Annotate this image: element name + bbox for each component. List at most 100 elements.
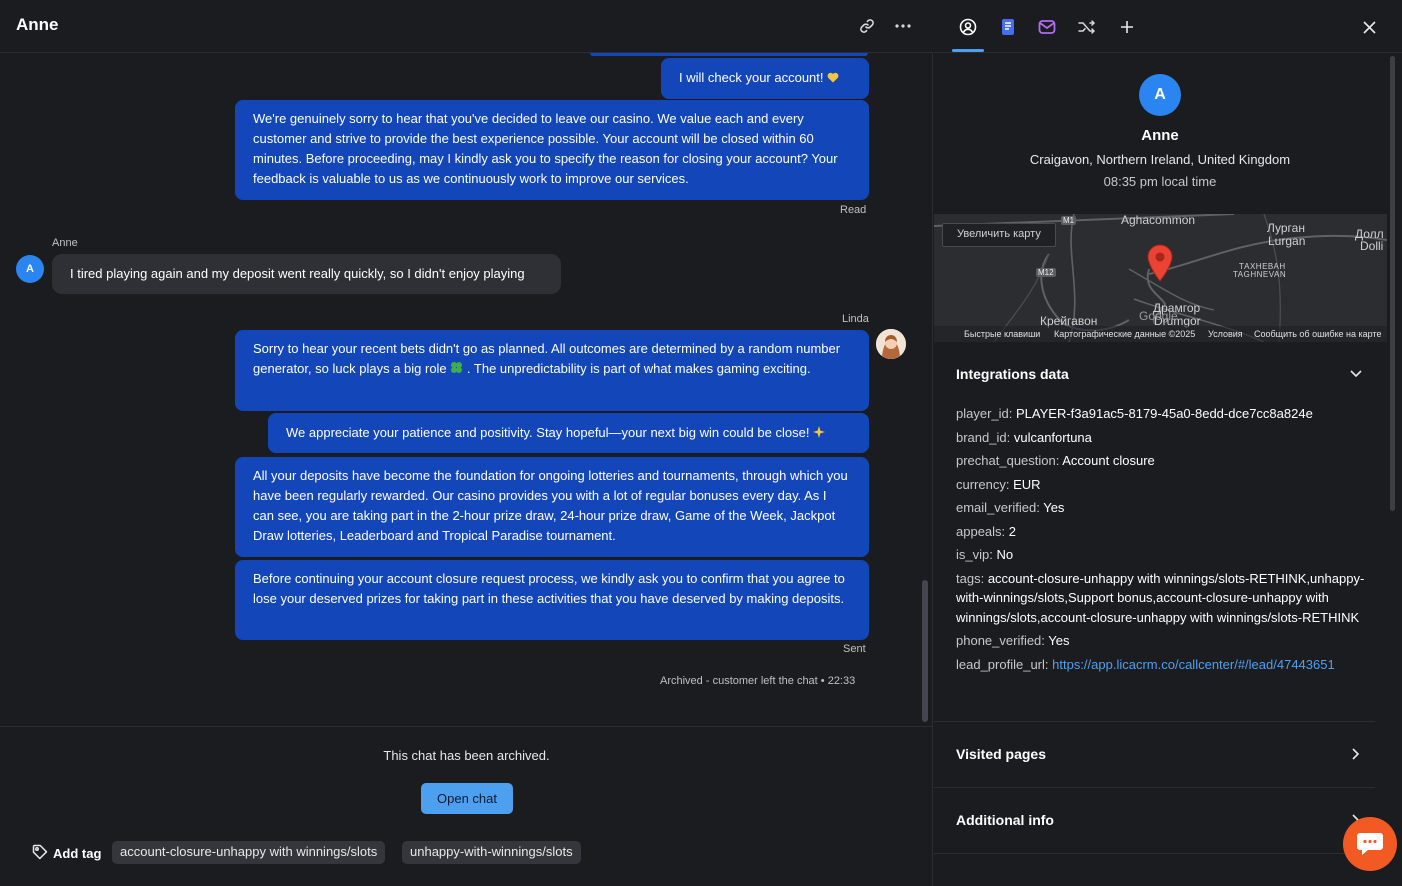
agent-avatar <box>876 329 906 359</box>
chat-scrollbar[interactable] <box>922 580 928 722</box>
details-panel: A Anne Craigavon, Northern Ireland, Unit… <box>934 0 1402 886</box>
add-tag-label: Add tag <box>53 846 102 861</box>
add-tag-button[interactable]: Add tag <box>32 844 101 863</box>
active-tab-indicator <box>952 49 984 52</box>
chat-footer: This chat has been archived. Open chat A… <box>0 726 933 886</box>
agent-name: Linda <box>842 313 869 325</box>
message-list[interactable]: I will check your account! We're genuine… <box>0 53 933 726</box>
field-value: Account closure <box>1062 453 1155 468</box>
location-map[interactable]: Увеличить карту Aghacommon Лурган Lurgan… <box>934 214 1387 342</box>
customer-avatar: A <box>16 255 44 283</box>
message-text: We appreciate your patience and positivi… <box>286 425 810 440</box>
tag-icon <box>32 844 48 863</box>
agent-message: Sorry to hear your recent bets didn't go… <box>235 330 869 411</box>
map-pin-icon <box>1147 244 1173 287</box>
field-key: phone_verified: <box>956 633 1045 648</box>
field-player-id: player_id: PLAYER-f3a91ac5-8179-45a0-8ed… <box>956 404 1366 424</box>
chat-bubble-icon <box>1357 833 1383 855</box>
open-chat-button[interactable]: Open chat <box>421 783 513 814</box>
field-prechat-question: prechat_question: Account closure <box>956 451 1366 471</box>
agent-message: All your deposits have become the founda… <box>235 457 869 557</box>
field-key: appeals: <box>956 523 1006 539</box>
profile-location: Craigavon, Northern Ireland, United King… <box>1029 152 1291 167</box>
agent-message: I will check your account! <box>661 58 869 99</box>
yellow-heart-icon <box>827 69 839 89</box>
visited-pages-title[interactable]: Visited pages <box>956 746 1046 762</box>
map-zoom-button[interactable]: Увеличить карту <box>942 223 1056 247</box>
message-text: I will check your account! <box>679 70 824 85</box>
add-tab-icon[interactable] <box>1116 16 1138 38</box>
tab-app-mail[interactable] <box>1036 16 1058 38</box>
integrations-data: player_id: PLAYER-f3a91ac5-8179-45a0-8ed… <box>956 404 1366 678</box>
sent-status: Sent <box>843 643 866 655</box>
panel-tabs <box>934 0 1402 53</box>
panel-scrollbar[interactable] <box>1390 56 1395 511</box>
field-key: lead_profile_url: <box>956 656 1049 672</box>
field-value: Yes <box>1048 633 1070 648</box>
additional-info-title[interactable]: Additional info <box>956 812 1054 828</box>
chat-launcher-button[interactable] <box>1343 817 1397 871</box>
field-key: tags: <box>956 570 985 586</box>
four-leaf-clover-icon <box>450 360 463 380</box>
customer-name: Anne <box>52 237 78 249</box>
read-status: Read <box>840 204 867 216</box>
field-email-verified: email_verified: Yes <box>956 498 1366 518</box>
agent-message: Before continuing your account closure r… <box>235 560 869 640</box>
tab-shuffle-icon[interactable] <box>1076 16 1098 38</box>
agent-message: We appreciate your patience and positivi… <box>268 413 869 453</box>
field-currency: currency: EUR <box>956 475 1366 495</box>
field-value: No <box>996 547 1014 562</box>
field-brand-id: brand_id: vulcanfortuna <box>956 428 1366 448</box>
tab-app-notes[interactable] <box>997 16 1019 38</box>
tab-customer-profile[interactable] <box>957 16 979 38</box>
profile-local-time: 08:35 pm local time <box>1103 174 1217 189</box>
archived-message: This chat has been archived. <box>383 748 550 763</box>
field-key: player_id: <box>956 406 1013 421</box>
field-tags: tags: account-closure-unhappy with winni… <box>956 569 1366 628</box>
chat-title: Anne <box>16 15 59 34</box>
field-key: email_verified: <box>956 500 1040 515</box>
map-label: Лурган <box>1267 221 1305 235</box>
field-key: currency: <box>956 476 1010 492</box>
previous-message-edge <box>590 53 868 56</box>
lead-profile-link[interactable]: https://app.licacrm.co/callcenter/#/lead… <box>1052 657 1335 672</box>
google-logo: Google <box>1139 309 1178 323</box>
map-label: Aghacommon <box>1121 214 1196 227</box>
field-value: account-closure-unhappy with winnings/sl… <box>956 570 1365 625</box>
field-value: 2 <box>1008 523 1017 539</box>
chat-header: Anne <box>0 0 933 53</box>
field-appeals: appeals: 2 <box>956 522 1366 542</box>
section-divider <box>934 721 1375 722</box>
road-marker-m1: M1 <box>1061 216 1077 225</box>
section-divider <box>934 787 1375 788</box>
field-value: Yes <box>1043 500 1065 515</box>
section-divider <box>934 853 1375 854</box>
map-terms-link[interactable]: Условия <box>1208 329 1243 339</box>
sparkles-icon <box>813 424 826 444</box>
map-report-link[interactable]: Сообщить об ошибке на карте <box>1254 329 1381 339</box>
customer-message: I tired playing again and my deposit wen… <box>52 254 561 294</box>
more-options-icon[interactable] <box>893 16 913 36</box>
map-label: Lurgan <box>1268 234 1306 248</box>
chat-panel: Anne I will check your account! We're ge… <box>0 0 933 886</box>
integrations-title: Integrations data <box>956 366 1069 382</box>
field-lead-profile-url: lead_profile_url: https://app.licacrm.co… <box>956 655 1366 675</box>
message-text: . The unpredictability is part of what m… <box>466 361 811 376</box>
tag-chip[interactable]: unhappy-with-winnings/slots <box>402 841 581 864</box>
close-icon[interactable] <box>1358 16 1380 38</box>
map-label: Dolli <box>1360 239 1384 253</box>
chevron-down-icon[interactable] <box>1348 366 1364 382</box>
field-value: PLAYER-f3a91ac5-8179-45a0-8edd-dce7cc8a8… <box>1016 406 1313 421</box>
map-shortcuts-link[interactable]: Быстрые клавиши <box>964 329 1040 339</box>
link-icon[interactable] <box>857 16 877 36</box>
field-is-vip: is_vip: No <box>956 545 1366 565</box>
map-label: TAGHNEVAN <box>1233 270 1287 279</box>
profile-name: Anne <box>1141 127 1179 144</box>
field-value: EUR <box>1013 476 1041 492</box>
field-key: is_vip: <box>956 547 993 562</box>
field-key: brand_id: <box>956 429 1011 445</box>
agent-message: We're genuinely sorry to hear that you'v… <box>235 100 869 200</box>
tag-chip[interactable]: account-closure-unhappy with winnings/sl… <box>112 841 386 864</box>
chevron-right-icon[interactable] <box>1348 746 1364 762</box>
road-marker-m12: M12 <box>1036 268 1056 277</box>
